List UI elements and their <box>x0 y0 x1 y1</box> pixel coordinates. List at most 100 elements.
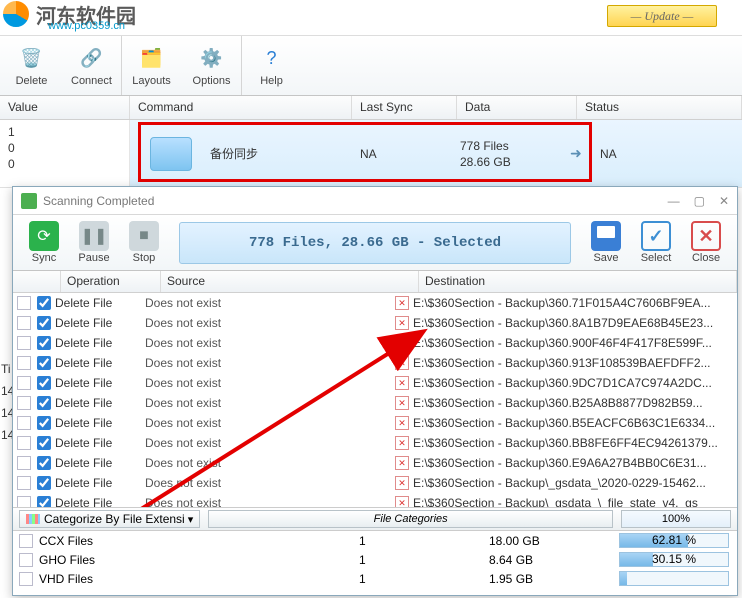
delete-dest-icon: ✕ <box>395 336 409 350</box>
save-button[interactable]: Save <box>581 221 631 264</box>
app-icon <box>21 193 37 209</box>
help-button[interactable]: ?Help <box>242 36 302 95</box>
col-data[interactable]: Data <box>457 96 577 119</box>
close-window-button[interactable]: ✕ <box>719 194 729 208</box>
row-checkbox[interactable] <box>37 396 51 410</box>
file-row[interactable]: Delete FileDoes not exist✕E:\$360Section… <box>13 473 737 493</box>
select-icon: ✓ <box>641 221 671 251</box>
sync-button[interactable]: ⟳Sync <box>19 221 69 264</box>
row-destination: E:\$360Section - Backup\360.BB8FE6FF4EC9… <box>413 436 733 450</box>
category-bar: Categorize By File Extensi ▾ File Catego… <box>13 507 737 531</box>
connect-button[interactable]: 🔗Connect <box>62 36 122 95</box>
doc-icon <box>17 496 31 507</box>
row-checkbox[interactable] <box>37 436 51 450</box>
category-count: 1 <box>359 553 489 567</box>
save-icon <box>591 221 621 251</box>
col-last-sync[interactable]: Last Sync <box>352 96 457 119</box>
col-command[interactable]: Command <box>130 96 352 119</box>
file-row[interactable]: Delete FileDoes not exist✕E:\$360Section… <box>13 433 737 453</box>
scanning-completed-window: Scanning Completed — ▢ ✕ ⟳Sync ❚❚Pause ■… <box>12 186 738 596</box>
col-status[interactable]: Status <box>577 96 742 119</box>
delete-dest-icon: ✕ <box>395 396 409 410</box>
file-row[interactable]: Delete FileDoes not exist✕E:\$360Section… <box>13 493 737 507</box>
category-bar: 30.15 % <box>619 552 729 567</box>
file-row[interactable]: Delete FileDoes not exist✕ E:\$360Section… <box>13 393 737 413</box>
row-operation: Delete File <box>55 436 145 450</box>
row-destination: E:\$360Section - Backup\360.913F108539BA… <box>413 356 733 370</box>
row-source: Does not exist <box>145 316 395 330</box>
categorize-dropdown[interactable]: Categorize By File Extensi ▾ <box>19 510 200 528</box>
layouts-button[interactable]: 🗂️Layouts <box>122 36 182 95</box>
category-row[interactable]: GHO Files18.64 GB30.15 % <box>13 550 737 569</box>
row-checkbox[interactable] <box>37 356 51 370</box>
row-operation: Delete File <box>55 456 145 470</box>
row-checkbox[interactable] <box>37 376 51 390</box>
row-checkbox[interactable] <box>37 496 51 507</box>
file-row[interactable]: Delete FileDoes not exist✕E:\$360Section… <box>13 413 737 433</box>
category-list[interactable]: CCX Files118.00 GB62.81 %GHO Files18.64 … <box>13 531 737 589</box>
window-titlebar[interactable]: Scanning Completed — ▢ ✕ <box>13 187 737 215</box>
row-operation: Delete File <box>55 476 145 490</box>
row-operation: Delete File <box>55 316 145 330</box>
row-checkbox[interactable] <box>37 316 51 330</box>
row-source: Does not exist <box>145 376 395 390</box>
task-last-sync: NA <box>360 147 460 161</box>
row-checkbox[interactable] <box>37 476 51 490</box>
row-source: Does not exist <box>145 296 395 310</box>
stop-button[interactable]: ■Stop <box>119 221 169 264</box>
row-source: Does not exist <box>145 396 395 410</box>
close-button[interactable]: ✕Close <box>681 221 731 264</box>
row-operation: Delete File <box>55 396 145 410</box>
col-source[interactable]: Source <box>161 271 419 292</box>
delete-dest-icon: ✕ <box>395 436 409 450</box>
row-checkbox[interactable] <box>37 336 51 350</box>
category-name: GHO Files <box>39 553 359 567</box>
doc-icon <box>17 316 31 330</box>
value-column: 1 0 0 <box>0 120 130 187</box>
category-size: 1.95 GB <box>489 572 619 586</box>
row-operation: Delete File <box>55 296 145 310</box>
col-destination[interactable]: Destination <box>419 271 737 292</box>
doc-icon <box>19 572 33 586</box>
site-logo-icon <box>0 0 32 30</box>
task-row[interactable]: 1 0 0 备份同步 NA 778 Files 28.66 GB ➜ NA <box>0 120 742 188</box>
file-row[interactable]: Delete FileDoes not exist✕E:\$360Section… <box>13 313 737 333</box>
delete-dest-icon: ✕ <box>395 476 409 490</box>
file-row[interactable]: Delete FileDoes not exist✕E:\$360Section… <box>13 353 737 373</box>
category-bar <box>619 571 729 586</box>
sync-icon: ⟳ <box>29 221 59 251</box>
row-operation: Delete File <box>55 356 145 370</box>
select-button[interactable]: ✓Select <box>631 221 681 264</box>
col-operation[interactable]: Operation <box>61 271 161 292</box>
row-checkbox[interactable] <box>37 456 51 470</box>
delete-dest-icon: ✕ <box>395 496 409 507</box>
delete-button[interactable]: 🗑️Delete <box>2 36 62 95</box>
update-button[interactable]: — Update — <box>607 5 717 27</box>
file-list[interactable]: Delete FileDoes not exist✕E:\$360Section… <box>13 293 737 507</box>
stop-icon: ■ <box>129 221 159 251</box>
file-row[interactable]: Delete FileDoes not exist✕E:\$360Section… <box>13 293 737 313</box>
file-row[interactable]: Delete FileDoes not exist✕E:\$360Section… <box>13 333 737 353</box>
maximize-button[interactable]: ▢ <box>694 194 705 208</box>
doc-icon <box>17 396 31 410</box>
row-checkbox[interactable] <box>37 416 51 430</box>
doc-icon <box>17 456 31 470</box>
task-cell[interactable]: 备份同步 NA 778 Files 28.66 GB ➜ NA <box>130 120 742 187</box>
doc-icon <box>19 553 33 567</box>
row-operation: Delete File <box>55 376 145 390</box>
row-destination: E:\$360Section - Backup\360.8A1B7D9EAE68… <box>413 316 733 330</box>
file-row[interactable]: Delete FileDoes not exist✕E:\$360Section… <box>13 453 737 473</box>
file-row[interactable]: Delete FileDoes not exist✕E:\$360Section… <box>13 373 737 393</box>
row-source: Does not exist <box>145 456 395 470</box>
row-checkbox[interactable] <box>37 296 51 310</box>
doc-icon <box>19 534 33 548</box>
col-value[interactable]: Value <box>0 96 130 119</box>
pause-button[interactable]: ❚❚Pause <box>69 221 119 264</box>
options-button[interactable]: ⚙️Options <box>182 36 242 95</box>
file-categories-label[interactable]: File Categories <box>208 510 613 528</box>
minimize-button[interactable]: — <box>668 194 680 208</box>
connect-icon: 🔗 <box>78 45 106 73</box>
category-row[interactable]: CCX Files118.00 GB62.81 % <box>13 531 737 550</box>
row-destination: E:\$360Section - Backup\360.B25A8B8877D9… <box>413 396 733 410</box>
category-row[interactable]: VHD Files11.95 GB <box>13 569 737 588</box>
